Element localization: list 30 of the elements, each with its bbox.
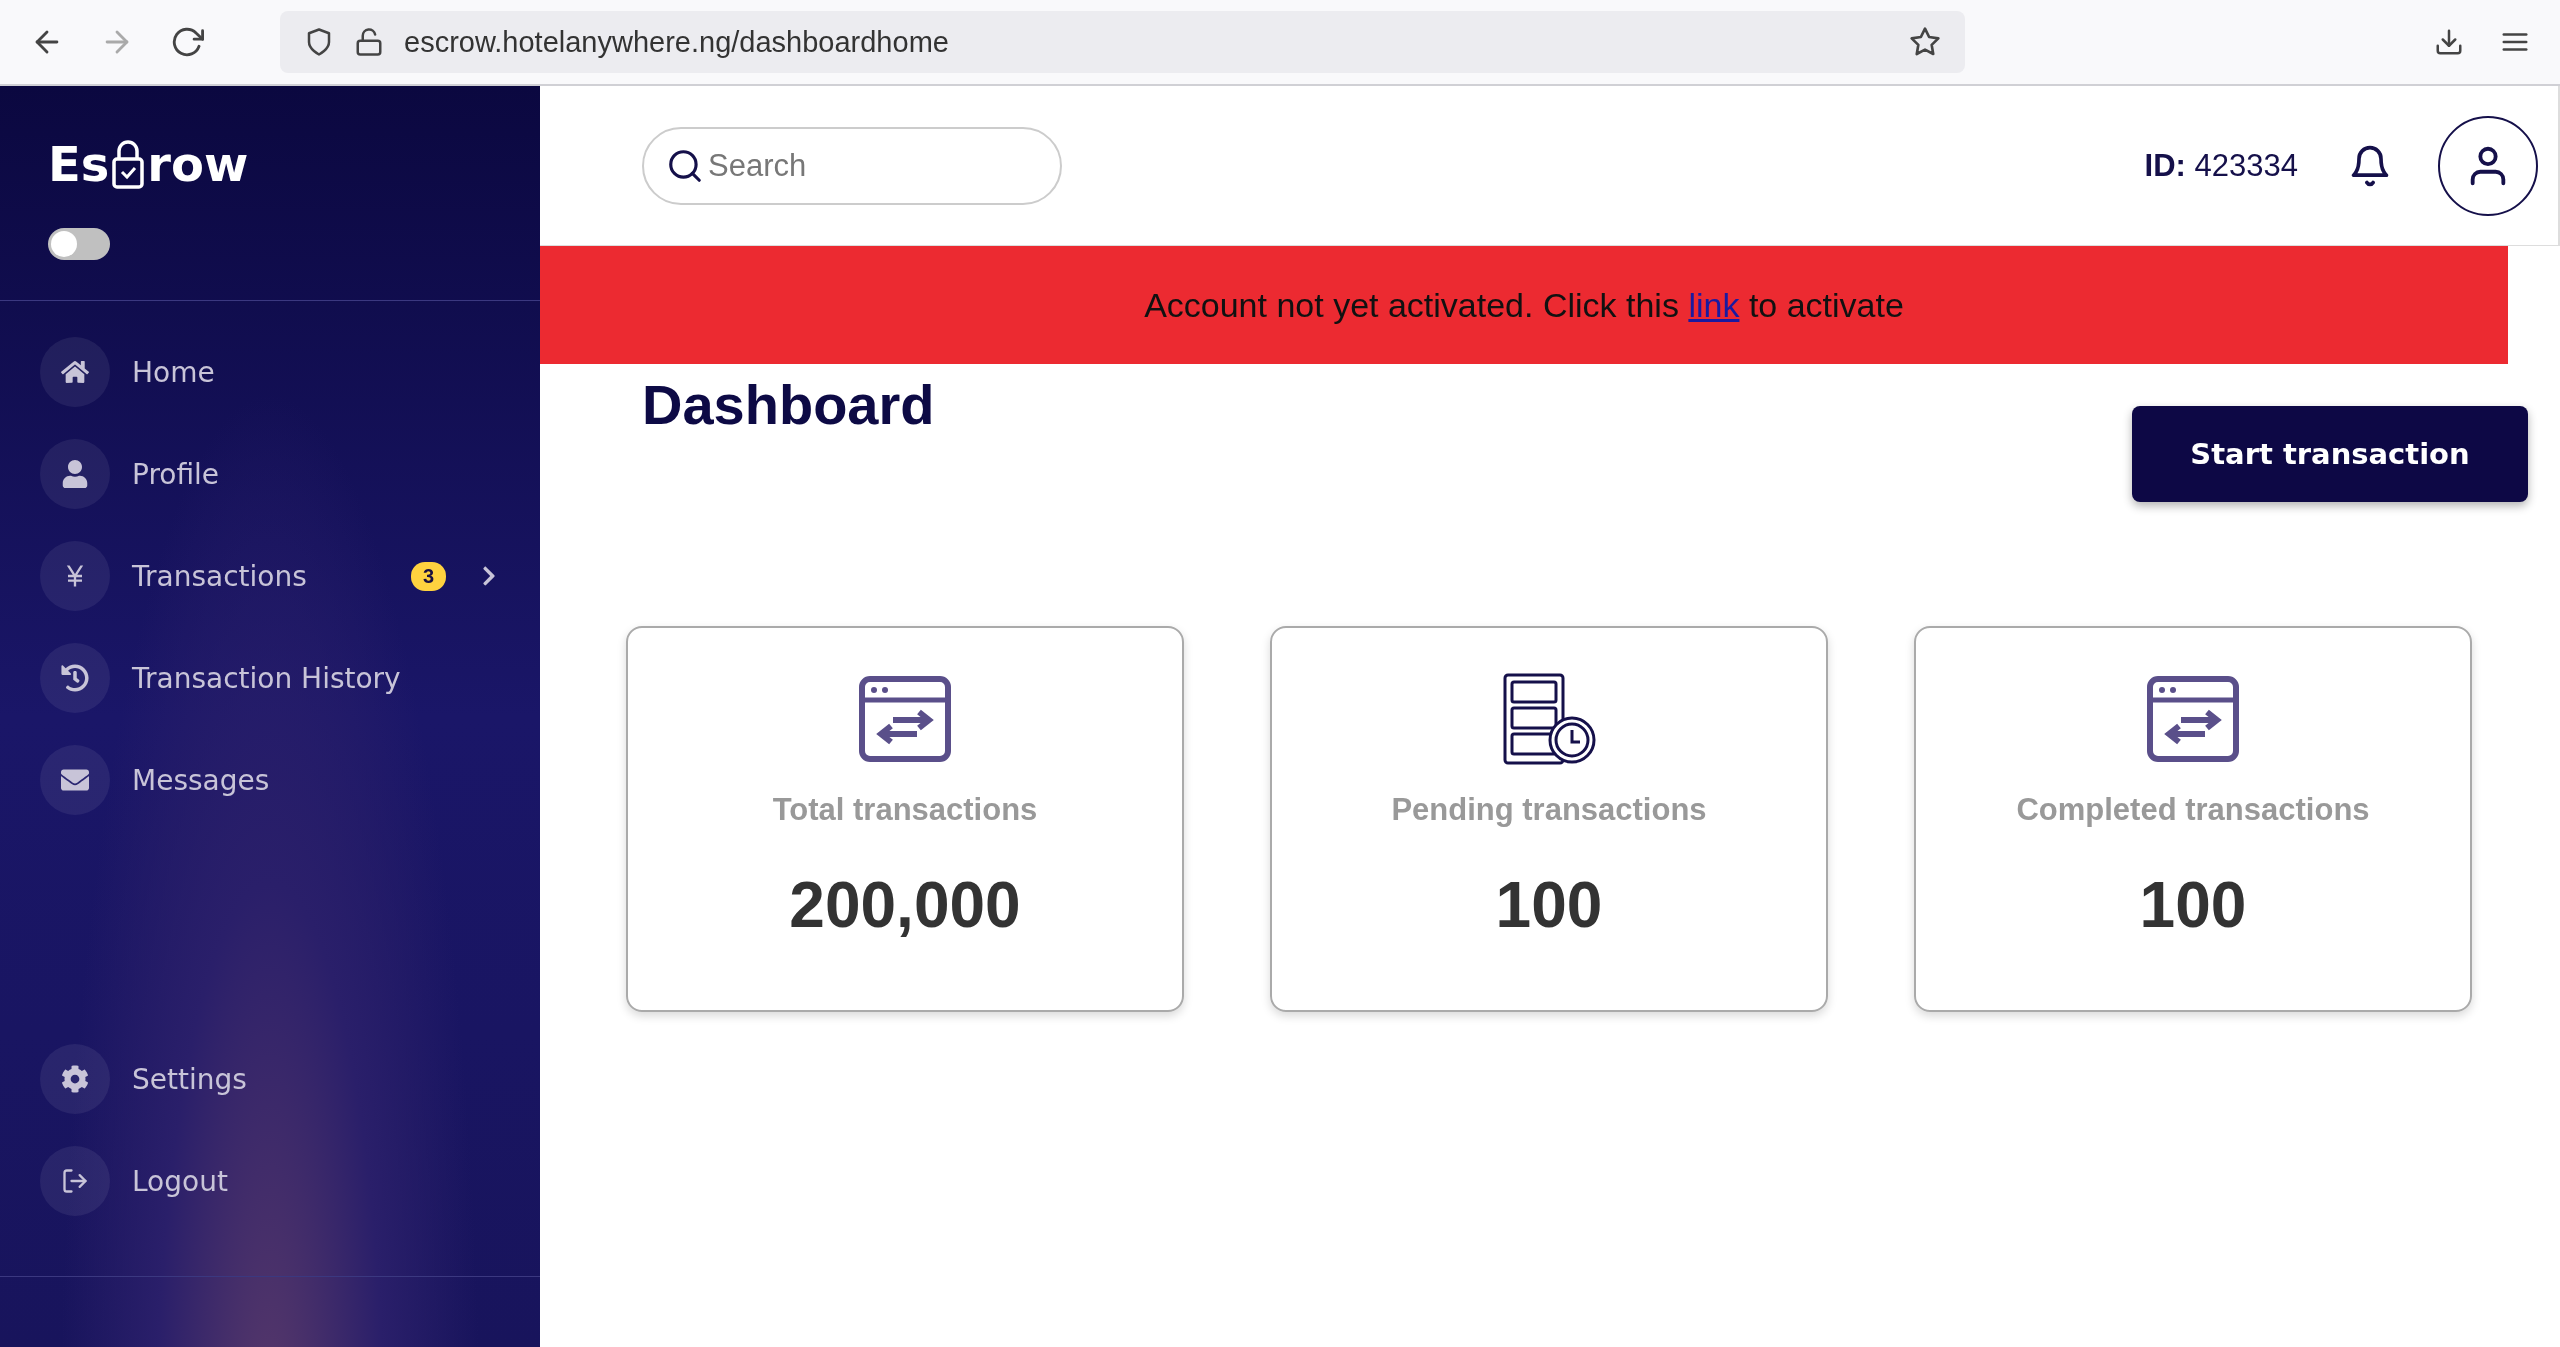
- sidebar-item[interactable]: Transaction History: [40, 643, 540, 713]
- search-field[interactable]: Search: [642, 126, 1062, 205]
- sidebar-item[interactable]: Profile: [40, 439, 540, 509]
- sidebar-item[interactable]: Settings: [40, 1044, 540, 1114]
- stat-value: 200,000: [789, 868, 1021, 942]
- reload-icon[interactable]: [170, 25, 204, 59]
- page-title: Dashboard: [642, 372, 935, 437]
- download-icon[interactable]: [2434, 27, 2464, 57]
- stat-label: Pending transactions: [1391, 792, 1707, 828]
- user-id: ID: 423334: [2144, 147, 2298, 184]
- sidebar-item[interactable]: Messages: [40, 745, 540, 815]
- escrow-logo: Es row: [48, 136, 250, 192]
- unlocked-padlock-icon: [354, 27, 384, 57]
- activation-message: Account not yet activated. Click this link to activate: [1144, 285, 1904, 325]
- stat-value: 100: [1495, 868, 1603, 942]
- star-icon[interactable]: [1909, 26, 1941, 58]
- stat-label: Total transactions: [772, 792, 1038, 828]
- start-transaction-button[interactable]: Start transaction: [2132, 406, 2528, 502]
- exchange-window-icon: [2147, 676, 2239, 762]
- count-badge: 3: [410, 561, 446, 591]
- sidebar-item[interactable]: Home: [40, 337, 540, 407]
- sidebar-item[interactable]: Transactions 3: [40, 541, 540, 611]
- server-clock-icon: [1502, 672, 1596, 766]
- stat-label: Completed transactions: [2016, 792, 2370, 828]
- sidebar-item[interactable]: Logout: [40, 1146, 540, 1216]
- address-bar[interactable]: escrow.hotelanywhere.ng/dashboardhome: [280, 11, 1965, 73]
- exchange-window-icon: [859, 676, 951, 762]
- theme-toggle[interactable]: [48, 228, 110, 260]
- stat-value: 100: [2139, 868, 2247, 942]
- padlock-icon: [111, 139, 146, 189]
